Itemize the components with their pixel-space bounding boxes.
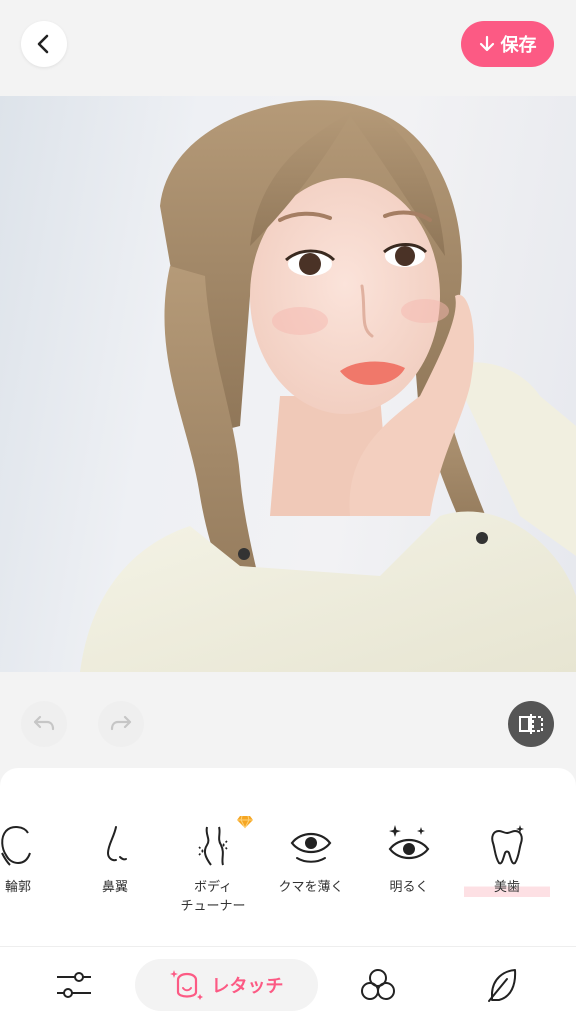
tool-label: 美歯 bbox=[463, 878, 550, 897]
top-bar: 保存 bbox=[0, 0, 576, 96]
tool-label: 鼻翼 bbox=[101, 880, 128, 895]
sliders-icon bbox=[57, 972, 91, 998]
body-tuner-icon bbox=[198, 826, 228, 866]
save-label: 保存 bbox=[500, 35, 537, 56]
tool-brighten[interactable]: 明るく bbox=[363, 820, 455, 930]
nav-adjust[interactable] bbox=[48, 959, 100, 1011]
nose-icon bbox=[106, 826, 127, 862]
tool-contour[interactable]: 輪郭 bbox=[0, 820, 64, 930]
tool-teeth[interactable]: 美歯 bbox=[461, 820, 553, 930]
compare-icon bbox=[519, 714, 543, 734]
photo-canvas[interactable] bbox=[0, 96, 576, 672]
bottom-nav: レタッチ bbox=[0, 947, 576, 1024]
nav-retouch[interactable]: レタッチ bbox=[135, 959, 318, 1011]
tool-nose[interactable]: 鼻翼 bbox=[69, 820, 161, 930]
undo-icon bbox=[33, 715, 55, 731]
compare-button[interactable] bbox=[508, 701, 554, 747]
download-arrow-icon bbox=[479, 35, 494, 52]
tool-body-tuner[interactable]: ボディ チューナー bbox=[167, 820, 259, 930]
nav-retouch-label: レタッチ bbox=[211, 976, 284, 997]
edit-action-bar bbox=[0, 672, 576, 772]
save-button[interactable]: 保存 bbox=[461, 21, 554, 67]
portrait-photo bbox=[80, 100, 576, 672]
eye-icon bbox=[290, 832, 332, 863]
nav-brush[interactable] bbox=[476, 959, 528, 1011]
tool-label: クマを薄く bbox=[278, 880, 344, 895]
tool-label: 明るく bbox=[389, 880, 429, 895]
tool-label: 輪郭 bbox=[4, 880, 31, 895]
feather-icon bbox=[488, 969, 517, 1002]
redo-icon bbox=[110, 715, 132, 731]
nav-filters[interactable] bbox=[352, 959, 404, 1011]
tooth-icon bbox=[491, 825, 524, 865]
tool-dark-circles[interactable]: クマを薄く bbox=[265, 820, 357, 930]
premium-diamond-icon bbox=[237, 815, 253, 829]
chevron-left-icon bbox=[37, 34, 49, 54]
eye-sparkle-icon bbox=[388, 825, 430, 860]
undo-button[interactable] bbox=[21, 701, 67, 747]
back-button[interactable] bbox=[21, 21, 67, 67]
redo-button[interactable] bbox=[98, 701, 144, 747]
face-retouch-icon bbox=[169, 970, 203, 1000]
face-contour-icon bbox=[1, 826, 31, 866]
circles-icon bbox=[361, 969, 395, 1000]
tool-label: ボディ チューナー bbox=[180, 880, 246, 914]
